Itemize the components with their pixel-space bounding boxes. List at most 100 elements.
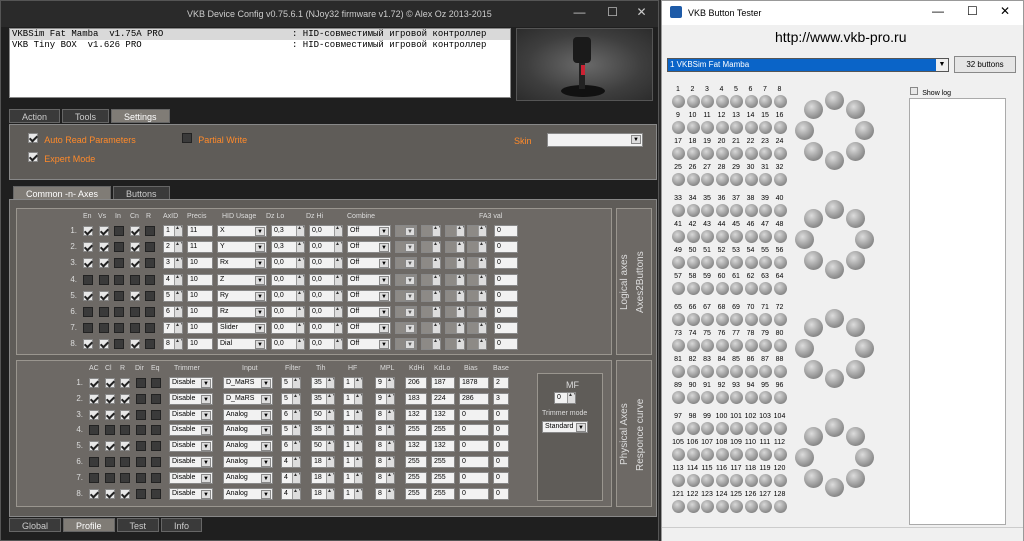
phys-dir-checkbox[interactable] <box>135 393 146 404</box>
axis-vs-checkbox[interactable] <box>98 258 109 269</box>
phys-cl-checkbox[interactable] <box>104 409 115 420</box>
input-select[interactable]: Analog ▼ <box>223 471 273 484</box>
precision-field[interactable]: 10 <box>187 322 213 335</box>
dz-hi-spinner[interactable]: 0,0 ▲▼ <box>309 273 343 286</box>
bias-field[interactable]: 1878 <box>459 377 489 389</box>
phys-eq-checkbox[interactable] <box>151 441 161 452</box>
kdhi-field[interactable]: 183 <box>405 392 427 405</box>
minimize-icon[interactable]: — <box>563 1 596 23</box>
mpl-spinner[interactable]: 9 ▲▼ <box>375 377 395 389</box>
tab-info[interactable]: Info <box>161 518 203 532</box>
kdlo-field[interactable]: 187 <box>431 377 455 389</box>
input-select[interactable]: Analog ▼ <box>223 440 273 453</box>
base-field[interactable]: 0 <box>493 408 509 421</box>
axis-vs-checkbox[interactable] <box>98 323 109 334</box>
base-field[interactable]: 0 <box>493 487 509 500</box>
axis-vs-checkbox[interactable] <box>98 290 109 301</box>
axid-spinner[interactable]: 4 ▲▼ <box>163 273 183 286</box>
fa3-value-field[interactable]: 0 <box>494 241 518 254</box>
axid-spinner[interactable]: 3 ▲▼ <box>163 257 183 270</box>
dz-lo-spinner[interactable]: 0,0 ▲▼ <box>271 322 305 335</box>
dz-hi-spinner[interactable]: 0,0 ▲▼ <box>309 225 343 237</box>
phys-eq-checkbox[interactable] <box>151 393 161 404</box>
device-select[interactable]: 1 VKBSim Fat Mamba ▼ <box>667 58 949 72</box>
axis-vs-checkbox[interactable] <box>98 226 109 236</box>
axis-r-checkbox[interactable] <box>145 258 155 269</box>
base-field[interactable]: 0 <box>493 471 509 484</box>
dz-lo-spinner[interactable]: 0,3 ▲▼ <box>271 225 305 237</box>
bias-field[interactable]: 0 <box>459 456 489 468</box>
hid-usage-select[interactable]: X ▼ <box>217 225 267 237</box>
input-select[interactable]: D_MaRS ▼ <box>223 377 273 389</box>
tab-profile[interactable]: Profile <box>63 518 115 532</box>
phys-ac-checkbox[interactable] <box>89 378 99 388</box>
phys-dir-checkbox[interactable] <box>135 488 146 499</box>
kdhi-field[interactable]: 132 <box>405 440 427 453</box>
phys-ac-checkbox[interactable] <box>89 441 99 452</box>
trimmer-select[interactable]: Disable ▼ <box>169 377 213 389</box>
kdhi-field[interactable]: 255 <box>405 471 427 484</box>
kdhi-field[interactable]: 132 <box>405 408 427 421</box>
mpl-spinner[interactable]: 8 ▲▼ <box>375 408 395 421</box>
fa3-value-field[interactable]: 0 <box>494 257 518 270</box>
phys-dir-checkbox[interactable] <box>135 425 146 436</box>
show-log-row[interactable]: Show log <box>910 87 951 97</box>
phys-r-checkbox[interactable] <box>120 472 130 483</box>
hid-usage-select[interactable]: Rx ▼ <box>217 257 267 270</box>
kdlo-field[interactable]: 255 <box>431 424 455 437</box>
axis-cn-checkbox[interactable] <box>129 307 140 317</box>
bias-field[interactable]: 0 <box>459 471 489 484</box>
expert-mode-checkbox-row[interactable]: Expert Mode <box>28 152 95 164</box>
hid-usage-select[interactable]: Slider ▼ <box>217 322 267 335</box>
axis-r-checkbox[interactable] <box>145 226 155 236</box>
tih-spinner[interactable]: 35 ▲▼ <box>311 392 335 405</box>
trimmer-select[interactable]: Disable ▼ <box>169 392 213 405</box>
phys-dir-checkbox[interactable] <box>135 378 146 388</box>
hf-spinner[interactable]: 1 ▲▼ <box>343 377 363 389</box>
filter-spinner[interactable]: 5 ▲▼ <box>281 392 301 405</box>
partial-write-checkbox[interactable] <box>182 133 192 143</box>
tab-settings[interactable]: Settings <box>111 109 170 123</box>
axis-in-checkbox[interactable] <box>114 258 124 269</box>
combine-select[interactable]: Off ▼ <box>347 338 391 351</box>
phys-r-checkbox[interactable] <box>120 488 130 499</box>
dz-hi-spinner[interactable]: 0,0 ▲▼ <box>309 257 343 270</box>
axis-r-checkbox[interactable] <box>145 242 155 253</box>
filter-spinner[interactable]: 6 ▲▼ <box>281 440 301 453</box>
tab-action[interactable]: Action <box>9 109 61 123</box>
axis-in-checkbox[interactable] <box>114 339 124 350</box>
axis-in-checkbox[interactable] <box>114 290 124 301</box>
hid-usage-select[interactable]: Y ▼ <box>217 241 267 254</box>
axis-r-checkbox[interactable] <box>145 339 155 350</box>
axis-cn-checkbox[interactable] <box>129 323 140 334</box>
kdhi-field[interactable]: 255 <box>405 487 427 500</box>
log-area[interactable] <box>909 98 1006 525</box>
base-field[interactable]: 0 <box>493 424 509 437</box>
hid-usage-select[interactable]: Z ▼ <box>217 273 267 286</box>
dz-hi-spinner[interactable]: 0,0 ▲▼ <box>309 338 343 351</box>
filter-spinner[interactable]: 4 ▲▼ <box>281 487 301 500</box>
base-field[interactable]: 3 <box>493 392 509 405</box>
tih-spinner[interactable]: 50 ▲▼ <box>311 440 335 453</box>
mf-spinner[interactable]: 0 ▲▼ <box>554 392 576 404</box>
phys-r-checkbox[interactable] <box>120 425 130 436</box>
phys-eq-checkbox[interactable] <box>151 378 161 388</box>
fa3-value-field[interactable]: 0 <box>494 273 518 286</box>
axid-spinner[interactable]: 8 ▲▼ <box>163 338 183 351</box>
phys-dir-checkbox[interactable] <box>135 441 146 452</box>
phys-cl-checkbox[interactable] <box>104 393 115 404</box>
axid-spinner[interactable]: 1 ▲▼ <box>163 225 183 237</box>
mpl-spinner[interactable]: 9 ▲▼ <box>375 392 395 405</box>
hid-usage-select[interactable]: Rz ▼ <box>217 306 267 318</box>
filter-spinner[interactable]: 6 ▲▼ <box>281 408 301 421</box>
log-scrollbar[interactable] <box>1006 98 1022 525</box>
expert-mode-checkbox[interactable] <box>28 152 38 162</box>
combine-select[interactable]: Off ▼ <box>347 322 391 335</box>
phys-dir-checkbox[interactable] <box>135 409 146 420</box>
input-select[interactable]: Analog ▼ <box>223 424 273 437</box>
phys-eq-checkbox[interactable] <box>151 488 161 499</box>
tih-spinner[interactable]: 35 ▲▼ <box>311 377 335 389</box>
dz-hi-spinner[interactable]: 0,0 ▲▼ <box>309 322 343 335</box>
trimmer-select[interactable]: Disable ▼ <box>169 456 213 468</box>
tab-test[interactable]: Test <box>116 518 160 532</box>
